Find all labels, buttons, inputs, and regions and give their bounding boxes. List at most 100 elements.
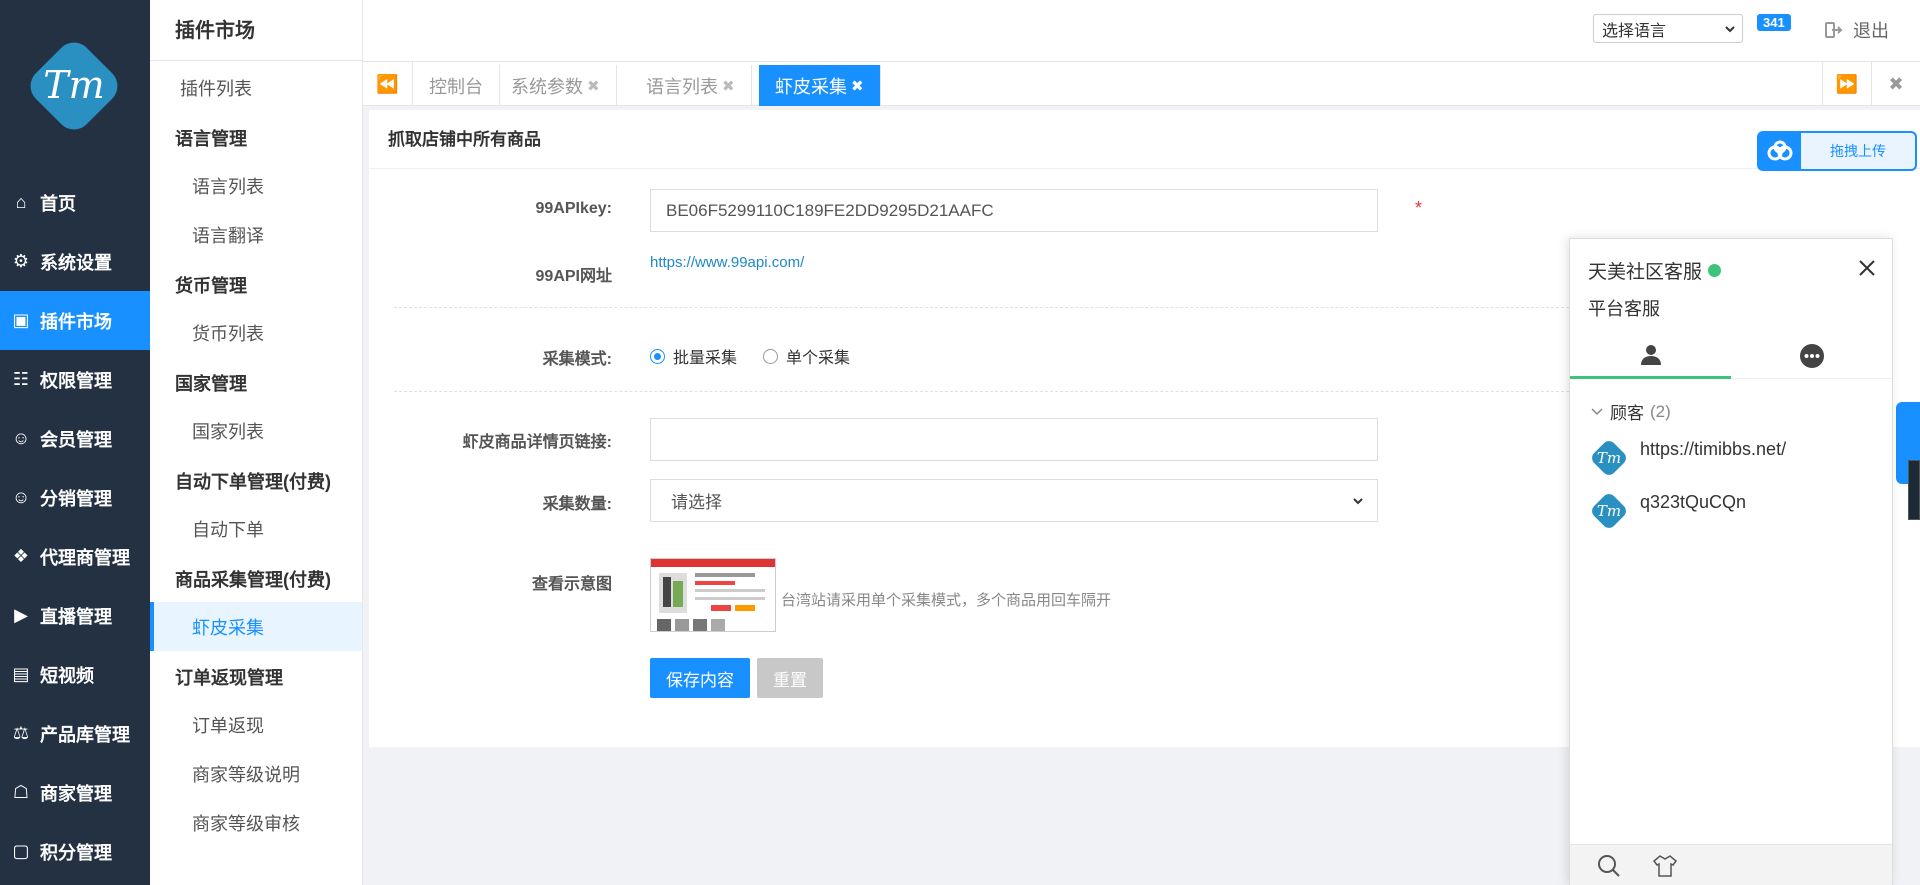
customer-name: https://timibbs.net/ <box>1640 439 1787 459</box>
cubes-icon: ❖ <box>12 546 30 566</box>
customer-group-count: (2) <box>1650 401 1671 421</box>
sub-item[interactable]: 商家等级审核 <box>150 798 362 847</box>
api-url-link[interactable]: https://www.99api.com/ <box>650 254 804 271</box>
sub-group-title: 商品采集管理(付费) <box>175 570 331 590</box>
logout-label: 退出 <box>1853 21 1889 41</box>
nav-item-label: 首页 <box>40 193 76 214</box>
user-icon <box>1640 344 1661 365</box>
drag-upload-button[interactable]: 拖拽上传 <box>1757 131 1917 171</box>
customer-group[interactable]: 顾客 (2) <box>1590 399 1671 424</box>
close-all-tabs-button[interactable]: ✖ <box>1872 62 1920 106</box>
sub-group-title: 自动下单管理(付费) <box>175 472 331 492</box>
radio-dot <box>763 348 778 364</box>
cloud-icon <box>1759 133 1801 169</box>
nav-item[interactable]: ▤ 短视频 <box>0 645 150 704</box>
radio-batch-label: 批量采集 <box>673 350 738 367</box>
nav-item-label: 系统设置 <box>40 252 112 273</box>
tab[interactable]: 虾皮采集 ✖ <box>759 65 881 106</box>
sub-item[interactable]: 国家列表 <box>150 406 362 455</box>
divider <box>394 307 1574 308</box>
nav-item[interactable]: ☺ 分销管理 <box>0 468 150 527</box>
plugin-icon: ▣ <box>12 310 30 330</box>
chat-footer <box>1570 844 1892 885</box>
nav-item[interactable]: ⚖ 产品库管理 <box>0 704 150 763</box>
close-icon[interactable]: ✖ <box>722 77 735 95</box>
double-left-icon: ⏪ <box>376 73 399 94</box>
message-badge[interactable]: 341 <box>1757 14 1791 31</box>
tab[interactable]: 语言列表 ✖ <box>630 65 752 106</box>
customer-name: q323tQuCQn <box>1640 492 1747 512</box>
chat-title-text: 天美社区客服 <box>1588 262 1703 283</box>
points-icon: ▢ <box>12 841 30 861</box>
save-button[interactable]: 保存内容 <box>650 658 750 698</box>
search-icon[interactable] <box>1596 853 1622 884</box>
reset-button[interactable]: 重置 <box>757 658 823 698</box>
divider <box>369 168 1920 169</box>
close-icon: ✖ <box>1888 73 1904 94</box>
sub-item[interactable]: 订单返现 <box>150 700 362 749</box>
nav-item-label: 会员管理 <box>40 429 112 450</box>
nav-item[interactable]: ⌂ 首页 <box>0 173 150 232</box>
tab-messages[interactable] <box>1731 333 1892 379</box>
tab-contacts[interactable] <box>1570 333 1731 379</box>
sub-menu-title: 插件市场 <box>175 20 255 42</box>
nav-item-label: 产品库管理 <box>40 724 130 745</box>
sub-item[interactable]: 商家等级说明 <box>150 749 362 798</box>
preview-thumbnail[interactable] <box>650 558 776 632</box>
preview-label: 查看示意图 <box>531 576 612 593</box>
chevron-down-icon <box>1591 407 1603 415</box>
count-select-value: 请选择 <box>671 493 722 512</box>
nav-item[interactable]: ⚙ 系统设置 <box>0 232 150 291</box>
tab-scroll-left-button[interactable]: ⏪ <box>363 62 413 106</box>
sub-item[interactable]: 虾皮采集 <box>150 602 362 651</box>
balance-icon: ⚖ <box>12 723 30 743</box>
count-select[interactable]: 请选择 <box>650 479 1378 522</box>
tab[interactable]: 系统参数 ✖ <box>495 65 617 106</box>
gear-icon: ⚙ <box>12 251 30 271</box>
divider <box>394 391 1574 392</box>
nav-item[interactable]: ▢ 积分管理 <box>0 822 150 881</box>
radio-batch[interactable]: 批量采集 <box>650 344 737 368</box>
customer-item[interactable]: Tm https://timibbs.net/ <box>1588 437 1786 479</box>
customer-item[interactable]: Tm q323tQuCQn <box>1588 490 1746 532</box>
close-icon[interactable]: ✖ <box>587 77 600 95</box>
logout-button[interactable]: 退出 <box>1825 17 1889 43</box>
sub-group-title: 货币管理 <box>175 276 247 296</box>
nav-item[interactable]: ❖ 代理商管理 <box>0 527 150 586</box>
close-icon[interactable]: ✖ <box>851 77 864 95</box>
drag-upload-label: 拖拽上传 <box>1830 143 1886 159</box>
nav-item[interactable]: ☖ 商家管理 <box>0 763 150 822</box>
product-link-input[interactable] <box>650 418 1378 461</box>
preview-hint: 台湾站请采用单个采集模式，多个商品用回车隔开 <box>781 592 1112 609</box>
chat-title: 天美社区客服 <box>1588 257 1722 284</box>
tab-label: 控制台 <box>429 76 483 97</box>
customer-group-label: 顾客 <box>1610 404 1644 423</box>
required-mark: * <box>1415 198 1423 218</box>
svg-text:Tm: Tm <box>43 63 104 107</box>
nav-item[interactable]: ☺ 会员管理 <box>0 409 150 468</box>
sub-item[interactable]: 自动下单 <box>150 504 362 553</box>
sign-out-icon <box>1825 22 1843 38</box>
sub-item[interactable]: 语言列表 <box>150 161 362 210</box>
avatar: Tm <box>1592 441 1626 475</box>
tab-label: 语言列表 <box>646 76 718 97</box>
sub-item[interactable]: 语言翻译 <box>150 210 362 259</box>
nav-item[interactable]: ☷ 权限管理 <box>0 350 150 409</box>
tab-scroll-right-button[interactable]: ⏩ <box>1822 62 1872 106</box>
tab[interactable]: 控制台 <box>413 65 500 106</box>
language-select-value: 选择语言 <box>1602 22 1667 40</box>
radio-single[interactable]: 单个采集 <box>763 344 850 368</box>
nav-item-label: 短视频 <box>40 665 94 686</box>
logo: Tm <box>30 42 118 130</box>
radio-single-label: 单个采集 <box>786 350 851 367</box>
sub-item-plugin-list[interactable]: 插件列表 <box>150 63 362 112</box>
sub-item[interactable]: 货币列表 <box>150 308 362 357</box>
preview-image <box>651 559 775 631</box>
language-select[interactable]: 选择语言 <box>1593 14 1743 43</box>
chat-close-button[interactable] <box>1857 257 1877 285</box>
apikey-input[interactable]: BE06F5299110C189FE2DD9295D21AAFC <box>650 189 1378 232</box>
nav-item-label: 代理商管理 <box>40 547 130 568</box>
nav-item[interactable]: ▶ 直播管理 <box>0 586 150 645</box>
nav-item[interactable]: ▣ 插件市场 <box>0 291 150 350</box>
shirt-icon[interactable] <box>1652 853 1678 884</box>
